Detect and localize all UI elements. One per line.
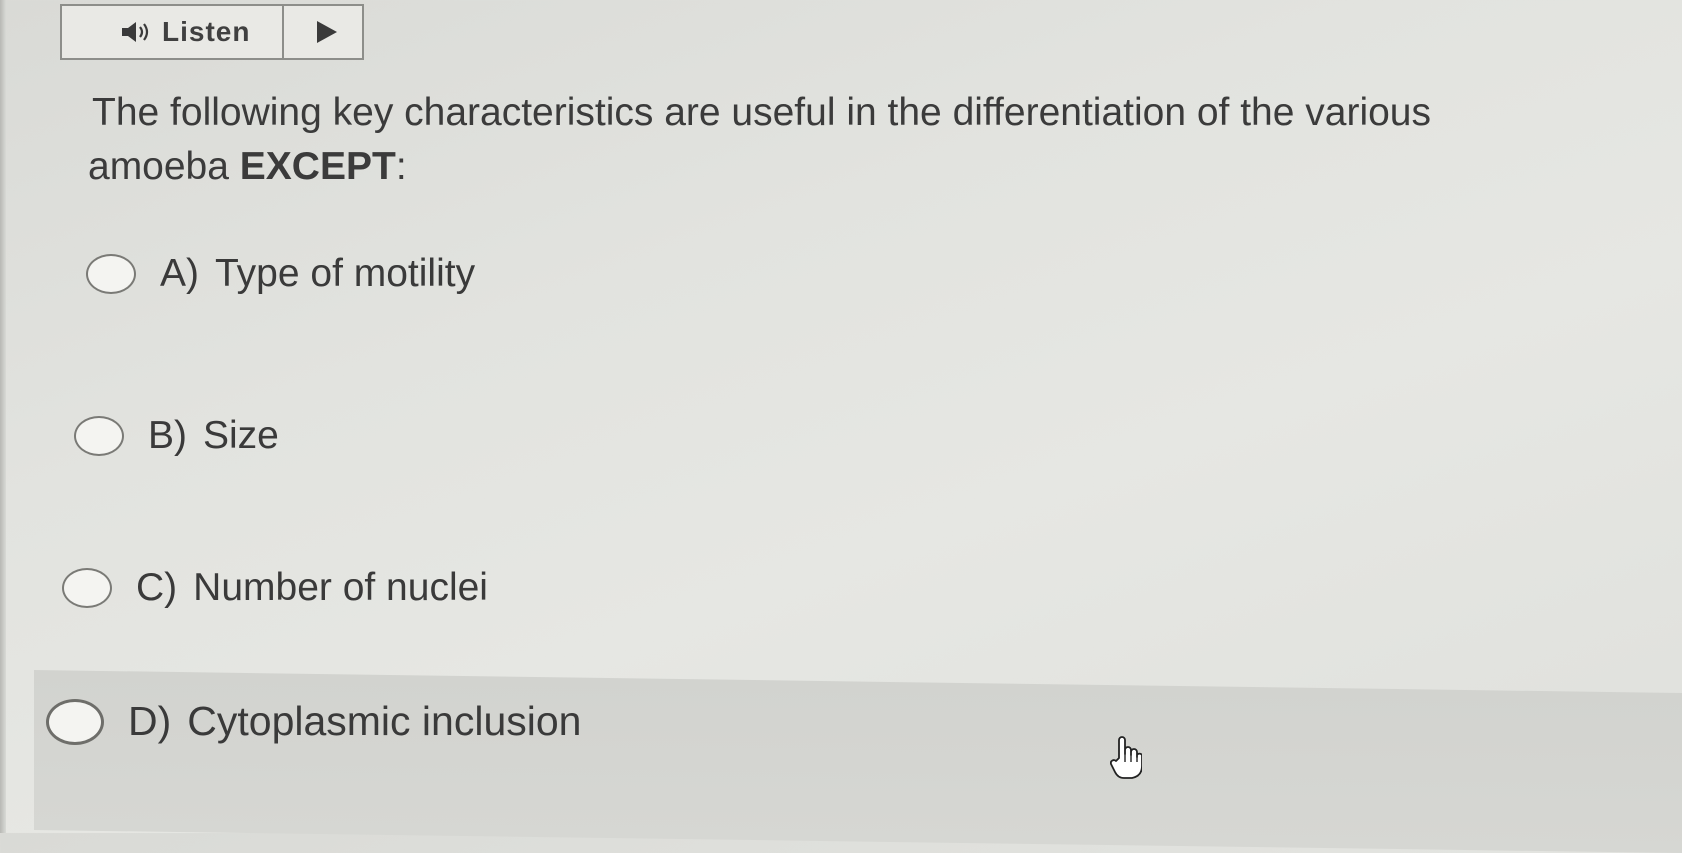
answer-option-c[interactable]: C) Number of nuclei	[62, 566, 488, 610]
question-text: The following key characteristics are us…	[88, 86, 1652, 194]
option-letter-b: B)	[148, 414, 187, 457]
radio-button-b[interactable]	[74, 416, 124, 456]
option-letter-d: D)	[128, 698, 172, 744]
screen-edge	[0, 0, 6, 833]
option-text-d: Cytoplasmic inclusion	[187, 698, 582, 744]
option-text-b: Size	[203, 414, 279, 457]
option-text-c: Number of nuclei	[193, 566, 488, 609]
hand-pointer-icon	[1110, 736, 1142, 779]
answer-option-d[interactable]: D) Cytoplasmic inclusion	[46, 698, 581, 745]
radio-button-d[interactable]	[46, 698, 104, 745]
play-button[interactable]	[284, 6, 362, 58]
listen-label: Listen	[162, 16, 251, 47]
question-line-2: amoeba EXCEPT:	[88, 140, 1652, 194]
listen-toolbar: Listen	[60, 4, 364, 60]
answer-option-a[interactable]: A) Type of motility	[86, 252, 475, 296]
question-line-1: The following key characteristics are us…	[92, 91, 1431, 134]
option-letter-a: A)	[160, 252, 199, 295]
question-line-2-prefix: amoeba	[88, 145, 240, 188]
option-text-a: Type of motility	[215, 252, 476, 295]
question-line-2-suffix: :	[395, 145, 407, 188]
answer-option-b[interactable]: B) Size	[74, 414, 279, 458]
question-emphasis: EXCEPT	[239, 145, 396, 188]
option-letter-c: C)	[136, 566, 178, 609]
play-icon	[317, 21, 337, 43]
radio-button-c[interactable]	[62, 568, 112, 608]
listen-button[interactable]: Listen	[62, 6, 284, 58]
speaker-icon	[122, 22, 149, 42]
radio-button-a[interactable]	[86, 254, 136, 294]
